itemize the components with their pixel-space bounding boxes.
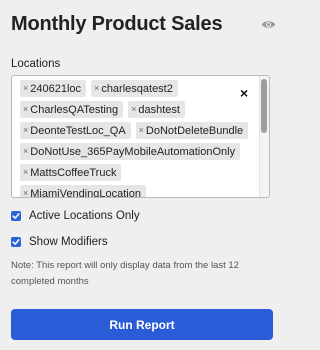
location-chip: × DeonteTestLoc_QA [20,122,131,139]
location-chip: × MattsCoffeeTruck [20,164,122,181]
selected-locations: × 240621loc × charlesqatest2 × CharlesQA… [20,80,250,198]
report-note: Note: This report will only display data… [11,260,239,287]
clear-all-icon[interactable]: × [240,86,248,100]
checkmark-icon [12,213,20,219]
location-chip: × DoNotDeleteBundle [135,122,249,139]
active-locations-only-option[interactable]: Active Locations Only [11,210,140,222]
chip-label: 240621loc [30,82,82,95]
remove-chip-icon[interactable]: × [23,84,28,93]
chip-label: DoNotUse_365PayMobileAutomationOnly [30,145,236,158]
location-chip: × CharlesQATesting [20,101,124,118]
run-report-button[interactable]: Run Report [11,309,273,340]
eye-icon[interactable] [260,16,276,32]
remove-chip-icon[interactable]: × [23,147,28,156]
location-chip: × dashtest [128,101,185,118]
remove-chip-icon[interactable]: × [23,168,28,177]
chip-label: DoNotDeleteBundle [145,124,244,137]
show-modifiers-option[interactable]: Show Modifiers [11,236,108,248]
locations-label: Locations [11,58,61,70]
chip-label: dashtest [138,103,180,116]
remove-chip-icon[interactable]: × [131,105,136,114]
chip-label: charlesqatest2 [101,82,173,95]
scrollbar-thumb[interactable] [261,79,267,133]
locations-multiselect[interactable]: × 240621loc × charlesqatest2 × CharlesQA… [11,75,270,198]
show-modifiers-label: Show Modifiers [29,236,108,248]
location-chip: × MiamiVendingLocation [20,185,146,198]
location-chip: × charlesqatest2 [91,80,178,97]
remove-chip-icon[interactable]: × [139,126,144,135]
chip-label: MiamiVendingLocation [30,187,141,198]
active-locations-only-label: Active Locations Only [29,210,140,222]
remove-chip-icon[interactable]: × [23,189,28,198]
checkmark-icon [12,239,20,245]
location-chip: × 240621loc [20,80,87,97]
chip-label: CharlesQATesting [30,103,119,116]
chip-label: DeonteTestLoc_QA [30,124,126,137]
scrollbar[interactable] [259,76,269,197]
location-chip: × DoNotUse_365PayMobileAutomationOnly [20,143,241,160]
remove-chip-icon[interactable]: × [23,126,28,135]
show-modifiers-checkbox[interactable] [11,237,21,247]
active-locations-only-checkbox[interactable] [11,211,21,221]
report-header: Monthly Product Sales [11,9,276,39]
chip-label: MattsCoffeeTruck [30,166,117,179]
page-title: Monthly Product Sales [11,12,223,35]
remove-chip-icon[interactable]: × [94,84,99,93]
remove-chip-icon[interactable]: × [23,105,28,114]
